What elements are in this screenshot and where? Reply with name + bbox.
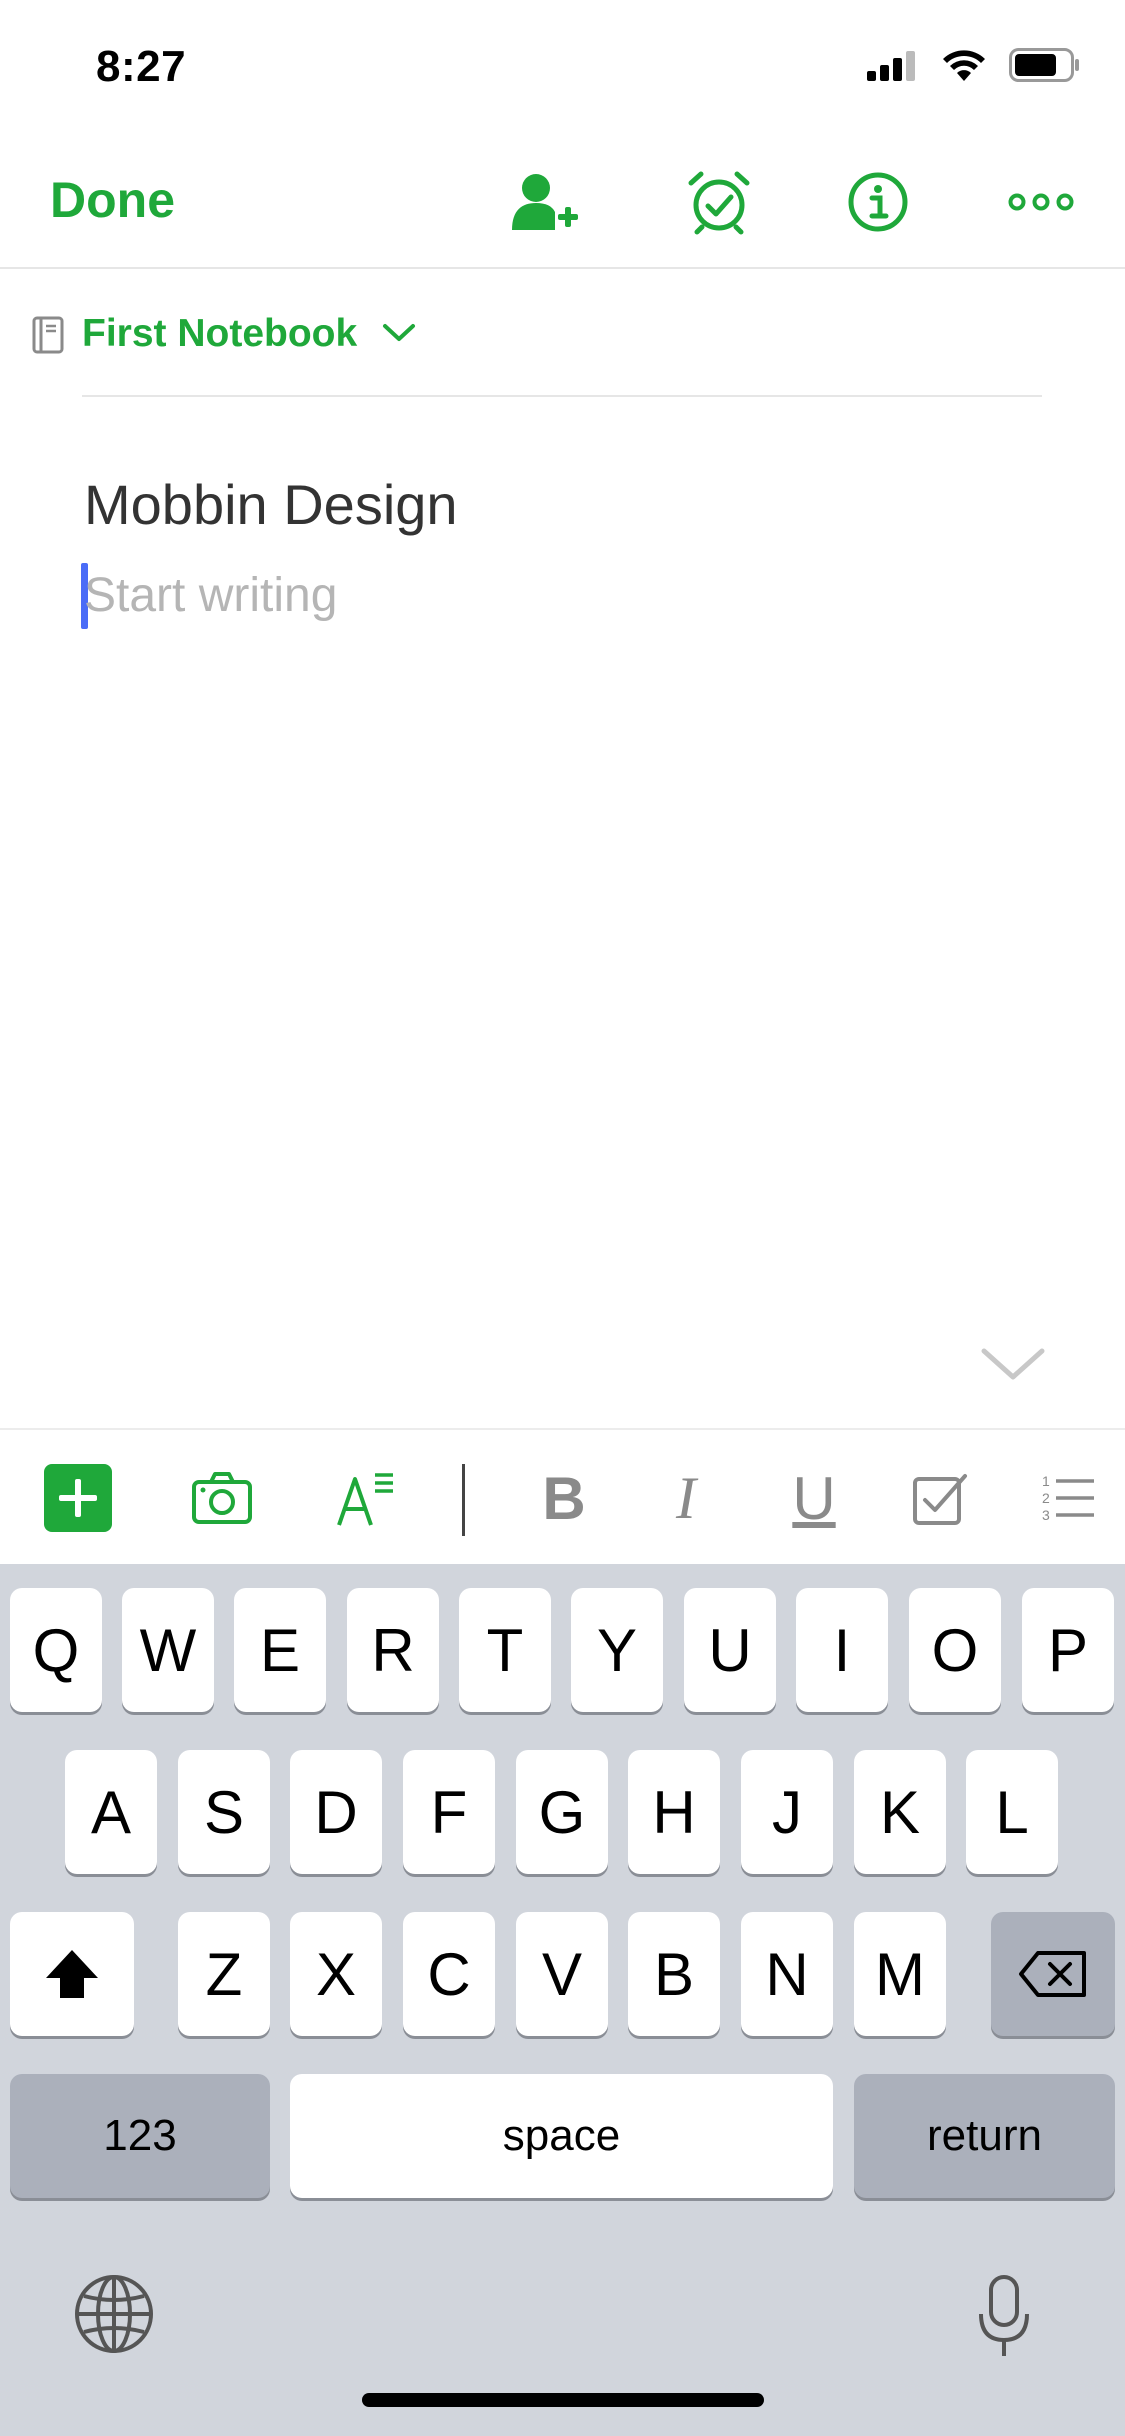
space-key[interactable]: space [290, 2074, 833, 2198]
svg-text:1: 1 [1042, 1473, 1050, 1489]
status-icons [867, 48, 1081, 82]
underline-button[interactable]: U [778, 1462, 850, 1534]
status-time: 8:27 [96, 42, 187, 91]
italic-icon: I [676, 1464, 696, 1531]
camera-button[interactable] [186, 1462, 258, 1534]
bold-button[interactable]: B [528, 1462, 600, 1534]
key-w[interactable]: W [122, 1588, 214, 1712]
add-icon [44, 1464, 112, 1532]
key-l[interactable]: L [966, 1750, 1058, 1874]
checkbox-button[interactable] [904, 1462, 976, 1534]
key-d[interactable]: D [290, 1750, 382, 1874]
key-f[interactable]: F [403, 1750, 495, 1874]
done-button[interactable]: Done [50, 171, 175, 229]
chevron-down-icon [383, 324, 415, 341]
more-icon [1008, 193, 1074, 211]
key-y[interactable]: Y [571, 1588, 663, 1712]
shift-icon [46, 1950, 98, 1998]
svg-text:3: 3 [1042, 1507, 1050, 1523]
key-e[interactable]: E [234, 1588, 326, 1712]
key-c[interactable]: C [403, 1912, 495, 2036]
toolbar-divider [462, 1464, 465, 1536]
key-v[interactable]: V [516, 1912, 608, 2036]
key-o[interactable]: O [909, 1588, 1001, 1712]
svg-text:2: 2 [1042, 1490, 1050, 1506]
key-j[interactable]: J [741, 1750, 833, 1874]
notebook-name: First Notebook [82, 312, 358, 355]
info-icon [848, 172, 908, 232]
alarm-clock-icon [688, 171, 750, 235]
key-u[interactable]: U [684, 1588, 776, 1712]
key-b[interactable]: B [628, 1912, 720, 2036]
wifi-icon [943, 50, 985, 81]
home-indicator [362, 2393, 764, 2407]
bold-icon: B [542, 1464, 586, 1532]
key-h[interactable]: H [628, 1750, 720, 1874]
underline-icon: U [792, 1464, 836, 1532]
add-person-icon [512, 174, 578, 230]
dictation-button[interactable] [976, 2274, 1036, 2364]
camera-icon [192, 1472, 252, 1524]
key-i[interactable]: I [796, 1588, 888, 1712]
note-body-field[interactable]: Start writing [84, 568, 337, 623]
backspace-icon [1019, 1951, 1086, 1997]
add-attachment-button[interactable] [42, 1462, 114, 1534]
microphone-icon [979, 2275, 1029, 2356]
key-s[interactable]: S [178, 1750, 270, 1874]
delete-key[interactable] [991, 1912, 1115, 2036]
divider [82, 395, 1042, 397]
share-user-button[interactable] [508, 165, 582, 239]
reminder-button[interactable] [682, 165, 756, 239]
return-key[interactable]: return [854, 2074, 1115, 2198]
hide-keyboard-chevron-icon[interactable] [980, 1346, 1046, 1382]
note-info-button[interactable] [841, 165, 915, 239]
globe-button[interactable] [72, 2272, 162, 2362]
format-toolbar: B I U 1 2 3 [0, 1428, 1125, 1564]
key-k[interactable]: K [854, 1750, 946, 1874]
shift-key[interactable] [10, 1912, 134, 2036]
cellular-signal-icon [867, 51, 915, 81]
key-n[interactable]: N [741, 1912, 833, 2036]
notebook-icon [32, 316, 64, 354]
keyboard: Q W E R T Y U I O P A S D F G H J K L Z … [0, 1564, 1125, 2436]
nav-bar: Done [0, 135, 1125, 269]
numbered-list-icon: 1 2 3 [1042, 1473, 1094, 1523]
key-a[interactable]: A [65, 1750, 157, 1874]
checkbox-icon [913, 1474, 967, 1525]
key-p[interactable]: P [1022, 1588, 1114, 1712]
more-options-button[interactable] [1004, 165, 1078, 239]
globe-icon [75, 2275, 153, 2353]
note-title-field[interactable]: Mobbin Design [84, 472, 458, 537]
italic-button[interactable]: I [650, 1462, 722, 1534]
text-format-button[interactable] [330, 1462, 402, 1534]
key-g[interactable]: G [516, 1750, 608, 1874]
key-x[interactable]: X [290, 1912, 382, 2036]
numbered-list-button[interactable]: 1 2 3 [1032, 1462, 1104, 1534]
battery-icon [1009, 48, 1079, 82]
notebook-selector[interactable]: First Notebook [0, 300, 1125, 396]
status-bar: 8:27 [0, 0, 1125, 135]
key-z[interactable]: Z [178, 1912, 270, 2036]
text-format-icon [337, 1473, 393, 1526]
numbers-key[interactable]: 123 [10, 2074, 270, 2198]
key-r[interactable]: R [347, 1588, 439, 1712]
key-m[interactable]: M [854, 1912, 946, 2036]
key-t[interactable]: T [459, 1588, 551, 1712]
key-q[interactable]: Q [10, 1588, 102, 1712]
